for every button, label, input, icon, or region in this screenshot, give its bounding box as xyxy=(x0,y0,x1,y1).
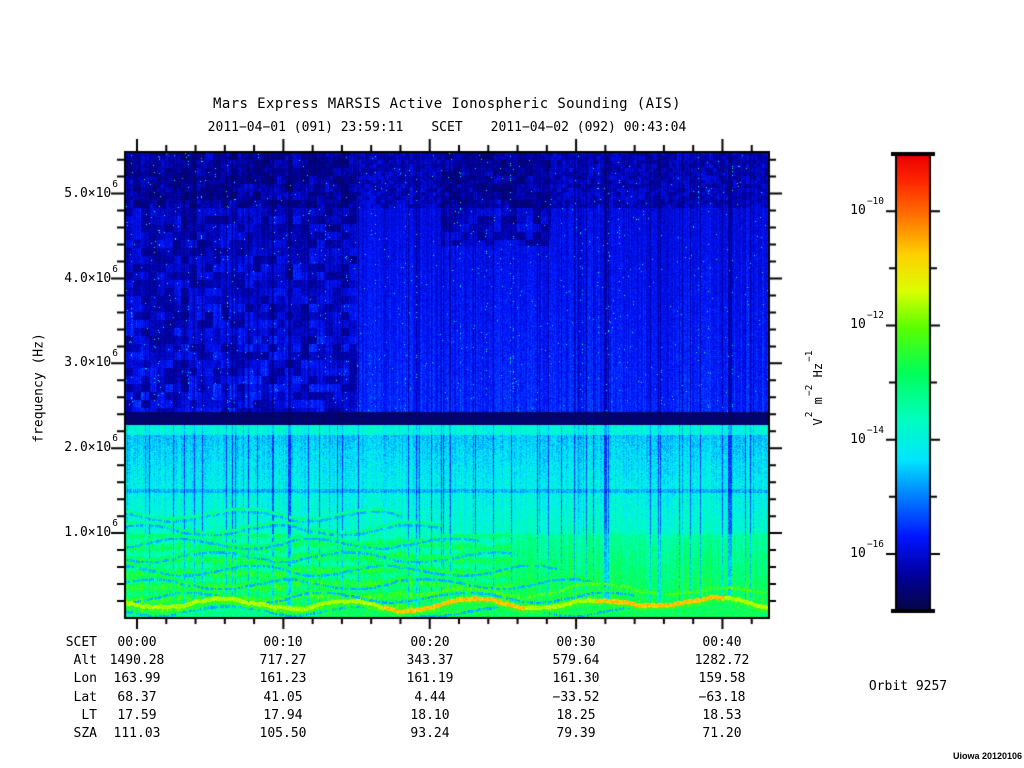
eph-value: 17.59 xyxy=(117,708,157,723)
eph-value: 00:10 xyxy=(263,635,303,650)
ephemeris-row-alt: Alt 1490.28 717.27 343.37 579.64 1282.72 xyxy=(0,653,1024,669)
eph-value: 93.24 xyxy=(410,726,450,741)
eph-value: 68.37 xyxy=(117,690,157,705)
eph-value: 111.03 xyxy=(113,726,161,741)
eph-value: 161.19 xyxy=(406,671,454,686)
eph-value: −33.52 xyxy=(552,690,600,705)
ephemeris-row-sza: SZA 111.03 105.50 93.24 79.39 71.20 xyxy=(0,726,1024,742)
eph-value: 159.58 xyxy=(698,671,746,686)
eph-value: 343.37 xyxy=(406,653,454,668)
eph-value: 579.64 xyxy=(552,653,600,668)
eph-value: 1282.72 xyxy=(694,653,750,668)
ephemeris-row-lt: LT 17.59 17.94 18.10 18.25 18.53 xyxy=(0,708,1024,724)
eph-value: 00:40 xyxy=(702,635,742,650)
eph-value: 17.94 xyxy=(263,708,303,723)
eph-value: 41.05 xyxy=(263,690,303,705)
eph-value: 161.23 xyxy=(259,671,307,686)
eph-value: 79.39 xyxy=(556,726,596,741)
eph-value: 18.10 xyxy=(410,708,450,723)
eph-value: 00:30 xyxy=(556,635,596,650)
eph-value: 1490.28 xyxy=(109,653,165,668)
eph-value: 00:20 xyxy=(410,635,450,650)
ephemeris-row-scet: SCET 00:00 00:10 00:20 00:30 00:40 xyxy=(0,635,1024,651)
eph-value: 105.50 xyxy=(259,726,307,741)
eph-value: 163.99 xyxy=(113,671,161,686)
eph-value: −63.18 xyxy=(698,690,746,705)
eph-value: 18.25 xyxy=(556,708,596,723)
eph-value: 71.20 xyxy=(702,726,742,741)
eph-value: 00:00 xyxy=(117,635,157,650)
eph-value: 18.53 xyxy=(702,708,742,723)
orbit-label: Orbit 9257 xyxy=(868,679,948,694)
processing-watermark: Uiowa 20120106 xyxy=(952,751,1022,761)
ephemeris-table: SCET 00:00 00:10 00:20 00:30 00:40 Alt 1… xyxy=(0,0,1024,768)
eph-value: 717.27 xyxy=(259,653,307,668)
eph-value: 4.44 xyxy=(414,690,446,705)
eph-value: 161.30 xyxy=(552,671,600,686)
